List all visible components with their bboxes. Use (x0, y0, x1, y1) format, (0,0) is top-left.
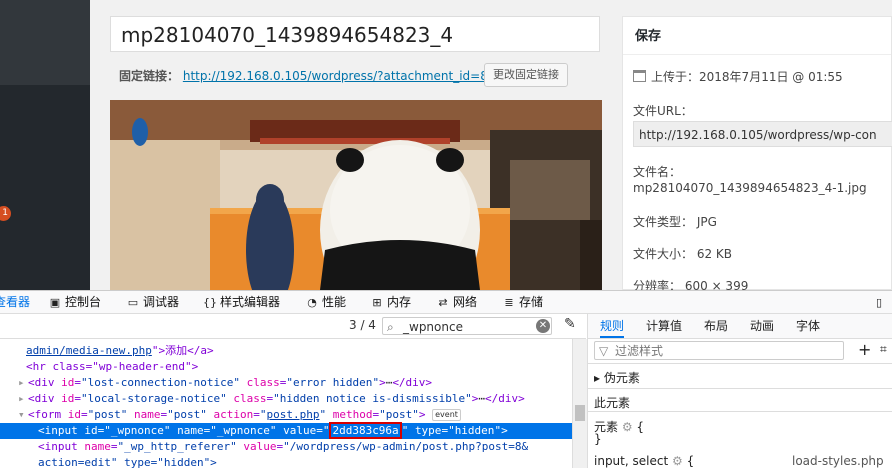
input-select-rule[interactable]: input, select ⚙ { (594, 454, 694, 468)
file-type-label: 文件类型： (633, 215, 694, 229)
markup-scrollbar[interactable] (572, 339, 587, 468)
rules-sidebar: 规则 计算值 布局 动画 字体 ▽ 过滤样式 + ⌗ ▸ 伪元素 此元素 元素 ⚙… (587, 314, 892, 468)
tab-style-editor-label: 样式编辑器 (220, 295, 281, 309)
toggle-pseudo-class-icon[interactable]: ⌗ (880, 342, 887, 357)
attachment-title-input[interactable]: mp28104070_1439894654823_4 (110, 16, 600, 52)
file-url-label: 文件URL： (633, 104, 693, 118)
markup-line[interactable]: <hr class="wp-header-end"> (0, 359, 572, 375)
markup-line[interactable]: ▸ <div id="local-storage-notice" class="h… (0, 391, 572, 407)
tab-computed[interactable]: 计算值 (646, 314, 682, 338)
markup-line[interactable]: ▾ <form id="post" name="post" action="pos… (0, 407, 572, 423)
expand-triangle-icon[interactable]: ▸ (18, 375, 28, 391)
expand-triangle-icon[interactable]: ▸ (18, 391, 28, 407)
file-size-label: 文件大小： (633, 247, 694, 261)
filter-icon: ▽ (599, 344, 609, 358)
rules-tabs: 规则 计算值 布局 动画 字体 (588, 314, 892, 339)
tab-animations[interactable]: 动画 (750, 314, 774, 338)
eyedropper-icon[interactable]: ✎ (564, 316, 576, 332)
tab-fonts[interactable]: 字体 (796, 314, 820, 338)
filter-placeholder: 过滤样式 (615, 344, 664, 358)
element-rule-close: } (594, 432, 602, 446)
markup-search-input[interactable]: ⌕ _wpnonce (382, 317, 552, 335)
collapse-triangle-icon[interactable]: ▾ (18, 407, 28, 423)
pseudo-elements-toggle[interactable]: ▸ 伪元素 (594, 369, 640, 386)
uploaded-label: 上传于： (651, 70, 700, 84)
scrollbar-thumb[interactable] (575, 405, 585, 421)
tab-storage[interactable]: ≣ 存储 (502, 291, 543, 313)
database-icon: ≣ (504, 296, 514, 309)
devtools-panel: 查看器 ▣ 控制台 ▭ 调试器 {} 样式编辑器 ◔ 性能 ⊞ 内存 ⇄ 网络 ≣ 存储 ▯ … (0, 290, 892, 468)
rule-source-link[interactable]: load-styles.php (792, 454, 884, 468)
tab-debugger[interactable]: ▭ 调试器 (126, 291, 179, 313)
file-url-field[interactable]: http://192.168.0.105/wordpress/wp-con (633, 121, 892, 147)
console-icon: ▣ (49, 296, 61, 309)
file-size-row: 文件大小： 62 KB (633, 245, 732, 262)
event-badge[interactable]: event (432, 409, 461, 421)
dock-options-icon[interactable]: ▯ (872, 291, 889, 313)
change-permalink-button[interactable]: 更改固定链接 (484, 63, 568, 87)
debugger-icon: ▭ (127, 296, 139, 309)
markup-line[interactable]: ▸ <div id="lost-connection-notice" class=… (0, 375, 572, 391)
markup-search-row: 3 / 4 ⌕ _wpnonce ✕ ✎ (0, 314, 586, 339)
tab-console-label: 控制台 (65, 295, 102, 309)
update-count-badge: 1 (0, 206, 11, 221)
tab-memory[interactable]: ⊞ 内存 (370, 291, 411, 313)
search-icon: ⌕ (387, 320, 394, 334)
tab-debugger-label: 调试器 (143, 295, 180, 309)
braces-icon: {} (203, 296, 217, 309)
tab-layout[interactable]: 布局 (704, 314, 728, 338)
tab-performance-label: 性能 (322, 295, 347, 309)
filter-styles-input[interactable]: ▽ 过滤样式 (594, 341, 844, 360)
tab-console[interactable]: ▣ 控制台 (48, 291, 101, 313)
calendar-icon (633, 70, 646, 82)
markup-line-selected[interactable]: <input id="_wpnonce" name="_wpnonce" val… (0, 422, 572, 439)
markup-line[interactable]: admin/media-new.php">添加</a> (0, 343, 572, 359)
permalink-row: 固定链接： http://192.168.0.105/wordpress/?at… (119, 67, 488, 85)
divider (588, 388, 892, 389)
save-metabox-heading: 保存 (623, 17, 891, 55)
add-rule-icon[interactable]: + (858, 340, 871, 359)
markup-tree: admin/media-new.php">添加</a> <hr class="w… (0, 339, 572, 468)
permalink-label: 固定链接： (119, 69, 180, 83)
tab-rules[interactable]: 规则 (600, 314, 625, 338)
admin-sidebar: 1 (0, 0, 90, 290)
markup-line[interactable]: action=edit" type="hidden"> (0, 455, 572, 468)
attachment-image-drawing (110, 100, 602, 290)
gear-icon[interactable]: ⚙ (672, 454, 683, 468)
tab-network-label: 网络 (453, 295, 478, 309)
uploaded-value: 2018年7月11日 @ 01:55 (699, 70, 843, 84)
attachment-image (110, 100, 602, 290)
memory-chip-icon: ⊞ (372, 296, 382, 309)
tab-performance[interactable]: ◔ 性能 (305, 291, 346, 313)
uploaded-row: 上传于：2018年7月11日 @ 01:55 (633, 68, 843, 85)
tab-style-editor[interactable]: {} 样式编辑器 (203, 291, 280, 313)
tab-network[interactable]: ⇄ 网络 (436, 291, 477, 313)
tab-memory-label: 内存 (387, 295, 412, 309)
file-type-value: JPG (696, 215, 717, 229)
file-name-label: 文件名： (633, 165, 682, 179)
search-match-count: 3 / 4 (349, 318, 376, 332)
tab-inspector-label: 查看器 (0, 295, 31, 309)
clear-search-icon[interactable]: ✕ (536, 319, 550, 333)
devtools-toolbar: 查看器 ▣ 控制台 ▭ 调试器 {} 样式编辑器 ◔ 性能 ⊞ 内存 ⇄ 网络 ≣ 存储 ▯ (0, 291, 892, 314)
tab-storage-label: 存储 (519, 295, 544, 309)
network-arrows-icon: ⇄ (438, 296, 448, 309)
filter-row: ▽ 过滤样式 + ⌗ (588, 339, 892, 364)
nonce-value-highlight: 2dd383c96a (329, 422, 402, 439)
file-name-value: mp28104070_1439894654823_4-1.jpg (633, 181, 867, 195)
tab-inspector[interactable]: 查看器 (0, 291, 30, 313)
admin-sidebar-active-block (0, 0, 90, 85)
file-type-row: 文件类型： JPG (633, 213, 717, 230)
permalink-link[interactable]: http://192.168.0.105/wordpress/?attachme… (183, 69, 488, 83)
gear-icon[interactable]: ⚙ (622, 420, 633, 434)
search-query: _wpnonce (403, 320, 463, 334)
gauge-icon: ◔ (307, 296, 317, 309)
save-metabox: 保存 上传于：2018年7月11日 @ 01:55 文件URL： http://… (622, 16, 892, 293)
this-element-heading: 此元素 (594, 396, 631, 410)
file-size-value: 62 KB (696, 247, 733, 261)
divider (588, 411, 892, 412)
markup-line[interactable]: <input name="_wp_http_referer" value="/w… (0, 439, 572, 455)
expand-triangle-icon: ▸ (594, 371, 604, 385)
